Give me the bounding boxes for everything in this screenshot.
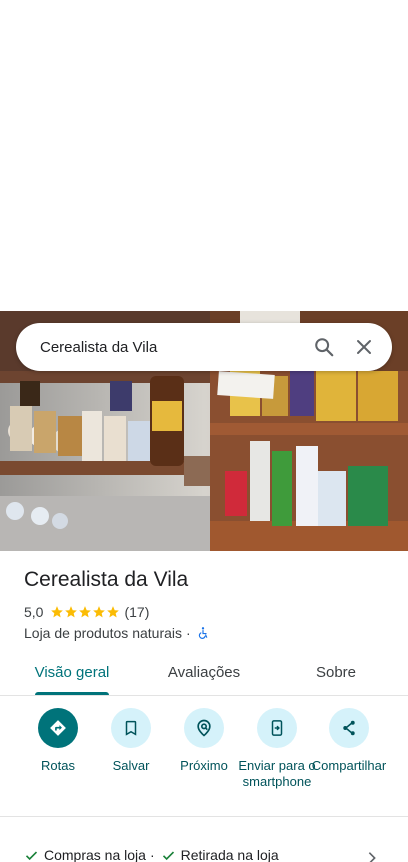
directions-label: Rotas [41,758,75,773]
close-icon[interactable] [344,327,384,367]
search-box[interactable]: Cerealista da Vila [16,323,392,371]
rating-row[interactable]: 5,0 (17) [24,603,149,621]
share-icon[interactable] [329,708,369,748]
search-input[interactable]: Cerealista da Vila [16,339,304,356]
check-icon [25,850,38,860]
share-label: Compartilhar [311,758,387,773]
service-pickup: Retirada na loja [180,847,279,862]
rating-value: 5,0 [24,604,44,620]
share-button[interactable]: Compartilhar [309,708,389,774]
save-label: Salvar [112,758,150,773]
bookmark-icon[interactable] [111,708,151,748]
nearby-label: Próximo [180,758,228,773]
save-button[interactable]: Salvar [91,708,171,774]
rating-stars [50,605,120,619]
nearby-icon[interactable] [184,708,224,748]
place-category: Loja de produtos naturais [24,625,182,641]
service-separator: · [149,847,155,862]
star-icon [93,606,106,618]
send-to-phone-button[interactable]: Enviar para o smartphone [237,708,317,790]
send-to-phone-label: Enviar para o smartphone [238,758,316,789]
tab-overview[interactable]: Visão geral [27,650,117,695]
tab-about[interactable]: Sobre [300,650,372,695]
nearby-button[interactable]: Próximo [164,708,244,774]
star-icon [65,606,78,618]
check-icon [162,850,174,860]
service-in-store: Compras na loja [44,847,146,862]
action-buttons: Rotas Salvar Próximo Enviar para o smart… [0,708,408,808]
active-tab-indicator [35,692,109,695]
place-title: Cerealista da Vila [24,568,189,591]
section-divider [0,816,408,817]
directions-button[interactable]: Rotas [18,708,98,774]
star-icon [51,606,64,618]
send-to-phone-icon[interactable] [257,708,297,748]
review-count[interactable]: (17) [124,604,149,620]
directions-icon[interactable] [38,708,78,748]
star-icon [79,606,92,618]
tab-reviews[interactable]: Avaliações [158,650,250,695]
service-options[interactable]: Compras na loja · Retirada na loja [24,845,279,862]
wheelchair-icon [198,627,208,639]
tab-bar: Visão geral Avaliações Sobre [0,650,408,696]
star-icon [107,606,120,618]
category-row: Loja de produtos naturais · [24,624,210,642]
search-icon[interactable] [304,327,344,367]
category-separator: · [186,625,191,641]
map-area[interactable] [0,0,408,311]
chevron-right-icon[interactable] [364,850,380,862]
